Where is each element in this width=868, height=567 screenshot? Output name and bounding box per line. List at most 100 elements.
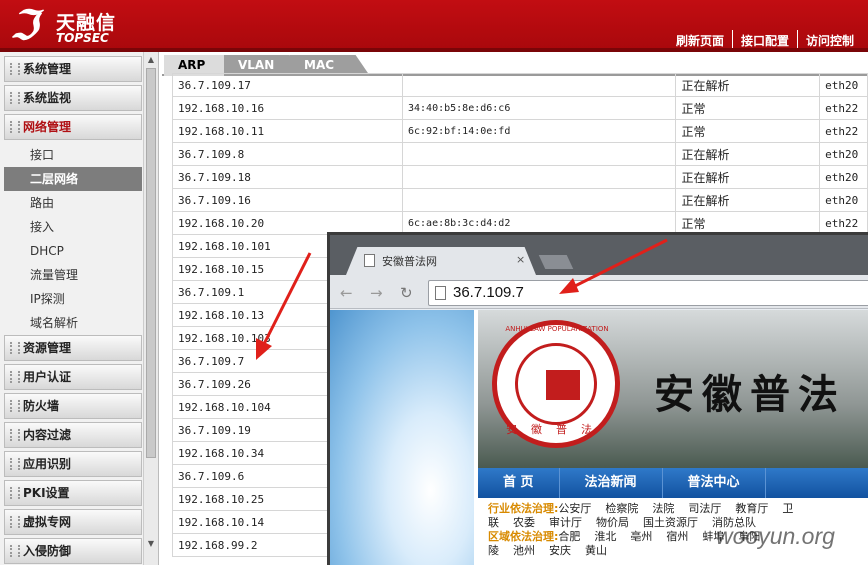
site-link-category: 区域依法治理: [488, 530, 559, 543]
reload-icon[interactable]: ↻ [400, 284, 413, 302]
sidebar: 系统管理 系统监视 网络管理 接口 二层网络 路由 接入 DHCP 流量管理 I… [0, 52, 159, 565]
site-link[interactable]: 法院 [652, 502, 674, 515]
app-header: ℑ 天融信 TOPSEC 刷新页面 接口配置 访问控制 [0, 0, 868, 52]
site-link[interactable]: 卫 [782, 502, 793, 515]
site-link[interactable]: 合肥 [558, 530, 580, 543]
arp-interface-cell: eth20 [819, 188, 868, 212]
arp-interface-cell: eth20 [819, 73, 868, 97]
arp-mac-cell [401, 142, 677, 166]
topsec-logo: ℑ 天融信 TOPSEC [8, 4, 148, 48]
seal-inner-ring [515, 343, 597, 425]
arp-interface-cell: eth22 [819, 119, 868, 143]
menu-network-management[interactable]: 网络管理 [4, 114, 142, 140]
red-arrow-annotation-left [256, 252, 312, 360]
arp-interface-cell: eth20 [819, 142, 868, 166]
sky-background-image [330, 310, 474, 565]
arp-status-cell: 正在解析 [675, 188, 821, 212]
seal-chinese-text: 安徽普法 [506, 423, 606, 436]
site-title: 安徽普法 [654, 371, 846, 418]
table-row: 36.7.109.16 正在解析 eth20 [172, 188, 868, 212]
site-banner: ANHUI LAW POPULARIZATION 安徽普法 安徽普法 [478, 310, 868, 468]
arp-status-cell: 正常 [675, 119, 821, 143]
site-link-category: 行业依法治理: [488, 502, 559, 515]
table-row: 192.168.10.11 6c:92:bf:14:0e:fd 正常 eth22 [172, 119, 868, 143]
arp-mac-cell [401, 73, 677, 97]
submenu-dns[interactable]: 域名解析 [4, 311, 142, 335]
table-row: 36.7.109.8 正在解析 eth20 [172, 142, 868, 166]
browser-tab[interactable]: 安徽普法网 × [346, 247, 536, 275]
site-nav-law-center[interactable]: 普法中心 [663, 468, 766, 498]
menu-user-auth[interactable]: 用户认证 [4, 364, 142, 390]
arp-ip-cell: 36.7.109.17 [172, 73, 403, 97]
menu-app-identification[interactable]: 应用识别 [4, 451, 142, 477]
site-link[interactable]: 亳州 [630, 530, 652, 543]
address-bar-url[interactable]: 36.7.109.7 [453, 284, 524, 301]
site-link[interactable]: 农委 [513, 516, 535, 529]
submenu-routing[interactable]: 路由 [4, 191, 142, 215]
site-link[interactable]: 黄山 [585, 544, 607, 557]
site-link-row: 行业依法治理:公安厅 检察院 法院 司法厅 教育厅 卫 [488, 502, 868, 516]
sidebar-menu: 系统管理 系统监视 网络管理 接口 二层网络 路由 接入 DHCP 流量管理 I… [4, 56, 142, 567]
arp-ip-cell: 192.168.10.16 [172, 96, 403, 120]
menu-vpn[interactable]: 虚拟专网 [4, 509, 142, 535]
site-link[interactable]: 安庆 [549, 544, 571, 557]
red-arrow-annotation-url [559, 238, 668, 294]
site-link[interactable]: 国土资源厅 [643, 516, 698, 529]
arp-ip-cell: 36.7.109.18 [172, 165, 403, 189]
site-nav-legal-news[interactable]: 法治新闻 [560, 468, 663, 498]
submenu-layer2-network[interactable]: 二层网络 [4, 167, 142, 191]
arp-status-cell: 正在解析 [675, 142, 821, 166]
arp-status-cell: 正常 [675, 96, 821, 120]
submenu-ip-probe[interactable]: IP探测 [4, 287, 142, 311]
law-popularization-seal-logo: ANHUI LAW POPULARIZATION 安徽普法 [492, 320, 620, 448]
logo-swoosh-icon: ℑ [10, 2, 38, 49]
arp-ip-cell: 36.7.109.8 [172, 142, 403, 166]
arp-status-cell: 正在解析 [675, 165, 821, 189]
arp-ip-cell: 192.168.10.11 [172, 119, 403, 143]
arp-status-cell: 正在解析 [675, 73, 821, 97]
menu-resource-management[interactable]: 资源管理 [4, 335, 142, 361]
back-arrow-icon[interactable]: ← [340, 284, 353, 302]
sidebar-scrollbar[interactable]: ▲ ▼ [143, 52, 158, 565]
scroll-down-icon[interactable]: ▼ [146, 538, 156, 550]
site-navbar: 首 页 法治新闻 普法中心 [478, 468, 868, 498]
menu-pki-settings[interactable]: PKI设置 [4, 480, 142, 506]
table-row: 36.7.109.17 正在解析 eth20 [172, 73, 868, 97]
arp-mac-cell [401, 165, 677, 189]
scroll-up-icon[interactable]: ▲ [146, 54, 156, 66]
submenu-dhcp[interactable]: DHCP [4, 239, 142, 263]
forward-arrow-icon[interactable]: → [370, 284, 383, 302]
site-link[interactable]: 池州 [513, 544, 535, 557]
site-link[interactable]: 检察院 [605, 502, 638, 515]
site-link[interactable]: 陵 [488, 544, 499, 557]
site-link[interactable]: 审计厅 [549, 516, 582, 529]
site-nav-home[interactable]: 首 页 [478, 468, 560, 498]
menu-intrusion-prevention[interactable]: 入侵防御 [4, 538, 142, 564]
page-favicon-icon [364, 254, 375, 267]
site-link[interactable]: 教育厅 [735, 502, 768, 515]
sidebar-scrollbar-thumb[interactable] [146, 68, 156, 458]
arp-interface-cell: eth20 [819, 165, 868, 189]
arp-interface-cell: eth22 [819, 96, 868, 120]
site-link[interactable]: 物价局 [596, 516, 629, 529]
logo-en-text: TOPSEC [56, 31, 109, 45]
submenu-access[interactable]: 接入 [4, 215, 142, 239]
site-link[interactable]: 淮北 [594, 530, 616, 543]
arp-mac-cell [401, 188, 677, 212]
menu-system-monitor[interactable]: 系统监视 [4, 85, 142, 111]
browser-tab-title: 安徽普法网 [382, 255, 437, 268]
site-link[interactable]: 公安厅 [558, 502, 591, 515]
site-link[interactable]: 司法厅 [688, 502, 721, 515]
arp-ip-cell: 36.7.109.16 [172, 188, 403, 212]
close-tab-icon[interactable]: × [516, 253, 525, 266]
site-link[interactable]: 联 [488, 516, 499, 529]
menu-firewall[interactable]: 防火墙 [4, 393, 142, 419]
menu-system-management[interactable]: 系统管理 [4, 56, 142, 82]
arp-mac-cell: 34:40:b5:8e:d6:c6 [401, 96, 677, 120]
table-row: 192.168.10.16 34:40:b5:8e:d6:c6 正常 eth22 [172, 96, 868, 120]
seal-emblem-icon [546, 370, 580, 400]
submenu-interface[interactable]: 接口 [4, 143, 142, 167]
menu-content-filter[interactable]: 内容过滤 [4, 422, 142, 448]
site-link[interactable]: 宿州 [666, 530, 688, 543]
submenu-traffic-management[interactable]: 流量管理 [4, 263, 142, 287]
